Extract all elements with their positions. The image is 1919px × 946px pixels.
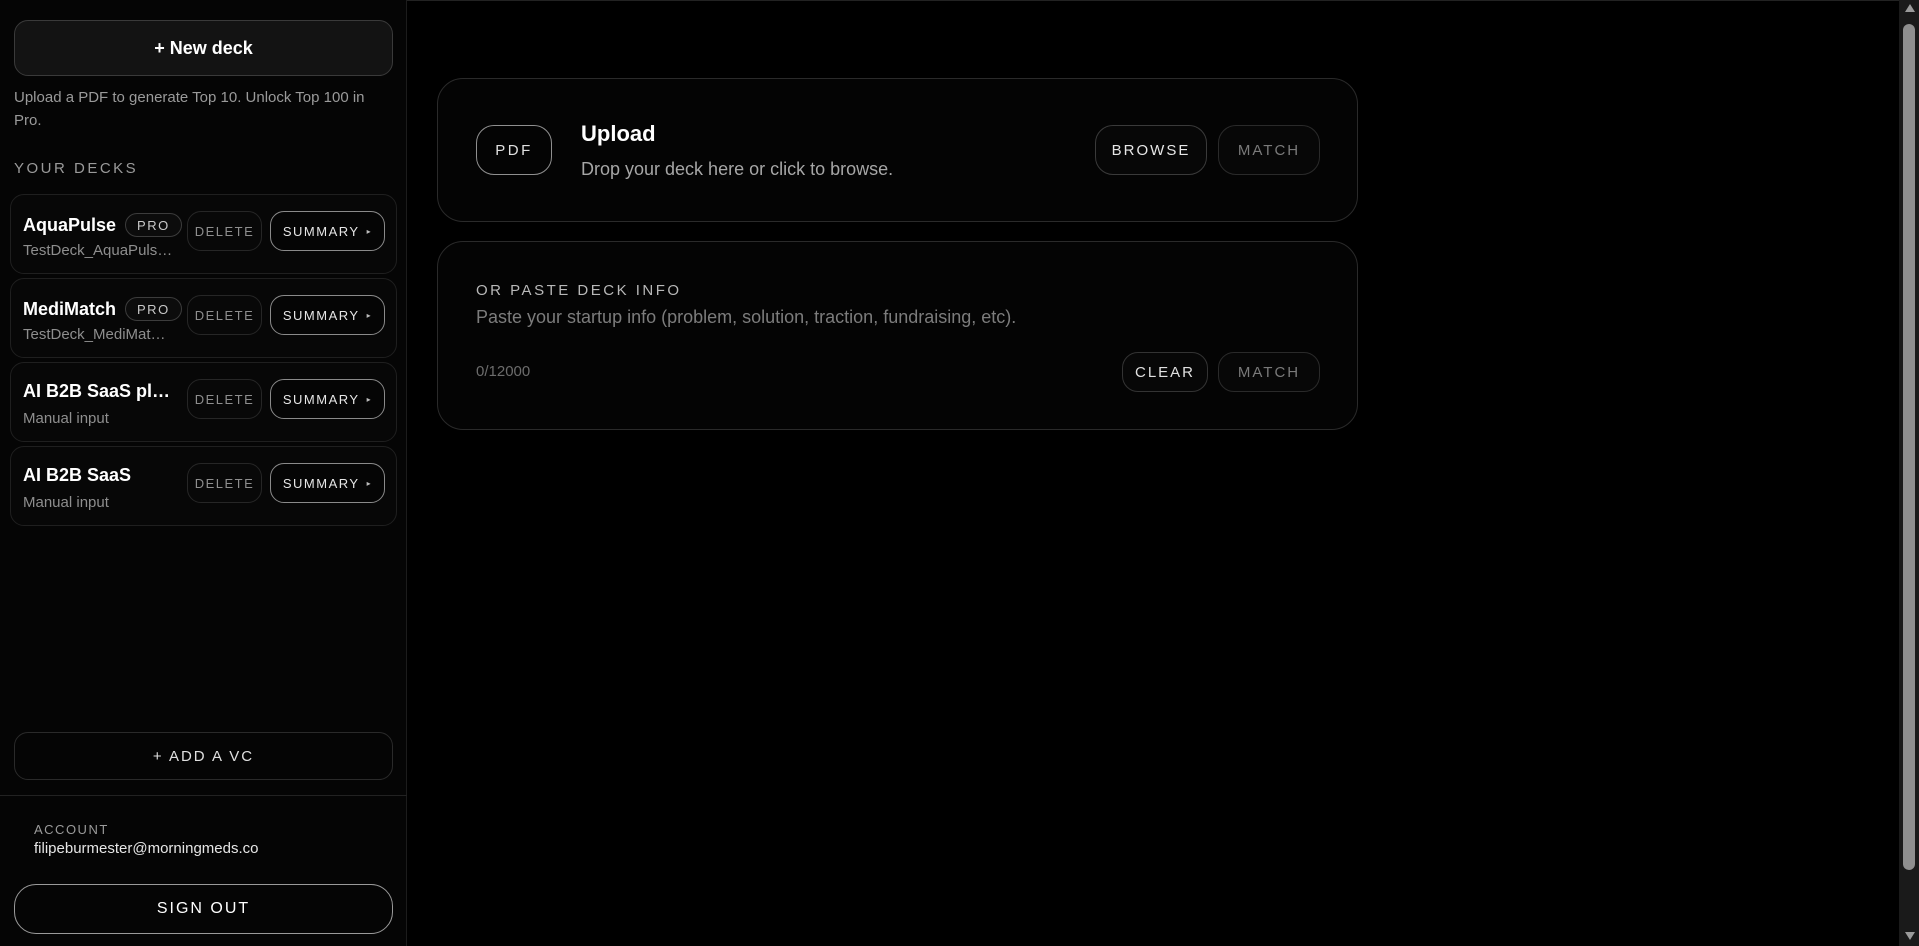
caret-right-icon: ▸ [366,226,373,236]
deck-card-ai-b2b-saas[interactable]: AI B2B SaaS Manual input DELETE SUMMARY … [10,446,397,526]
caret-right-icon: ▸ [366,478,373,488]
deck-name: AI B2B SaaS platform [23,381,173,401]
sidebar-divider [0,795,407,796]
summary-label: SUMMARY [282,391,360,407]
caret-right-icon: ▸ [366,394,373,404]
deck-source: TestDeck_AquaPulse.pdf [23,242,173,259]
paste-deck-input[interactable] [476,302,1316,332]
deck-card-medimatch[interactable]: MediMatch PRO TestDeck_MediMatch.pdf DEL… [10,278,397,358]
scroll-down-arrow-icon[interactable] [1905,932,1915,940]
pdf-icon: PDF [476,125,552,175]
upload-subtitle: Drop your deck here or click to browse. [581,159,894,179]
summary-button[interactable]: SUMMARY ▸ [270,211,385,251]
delete-deck-button[interactable]: DELETE [187,295,262,335]
deck-name-row: AI B2B SaaS [23,465,131,486]
upload-title: Upload [581,121,656,146]
paste-deck-label: OR PASTE DECK INFO [476,282,682,299]
deck-name: AquaPulse [23,214,117,235]
upload-dropzone[interactable]: PDF Upload Drop your deck here or click … [437,78,1358,222]
summary-label: SUMMARY [282,475,360,491]
paste-match-button[interactable]: MATCH [1218,352,1320,392]
deck-name-row: MediMatch PRO [23,297,182,321]
summary-label: SUMMARY [282,307,360,323]
account-email: filipeburmester@morningmeds.co [34,840,259,857]
deck-name: AI B2B SaaS [23,465,132,485]
upload-match-button[interactable]: MATCH [1218,125,1320,175]
character-counter: 0/12000 [476,363,531,380]
clear-button[interactable]: CLEAR [1122,352,1208,392]
deck-card-ai-b2b-saas-platform[interactable]: AI B2B SaaS platform Manual input DELETE… [10,362,397,442]
summary-label: SUMMARY [282,223,360,239]
deck-source: Manual input [23,410,109,427]
summary-button[interactable]: SUMMARY ▸ [270,295,385,335]
deck-name-row: AquaPulse PRO [23,213,182,237]
account-label: ACCOUNT [34,822,109,837]
summary-button[interactable]: SUMMARY ▸ [270,379,385,419]
sidebar: + New deck Upload a PDF to generate Top … [0,0,407,946]
scroll-up-arrow-icon[interactable] [1905,4,1915,12]
delete-deck-button[interactable]: DELETE [187,211,262,251]
your-decks-heading: YOUR DECKS [14,160,139,177]
scrollbar-thumb[interactable] [1903,24,1915,870]
deck-source: TestDeck_MediMatch.pdf [23,326,173,343]
sign-out-button[interactable]: SIGN OUT [14,884,393,934]
browse-button[interactable]: BROWSE [1095,125,1207,175]
paste-deck-card: OR PASTE DECK INFO 0/12000 CLEAR MATCH [437,241,1358,430]
top-border [407,0,1899,1]
add-vc-button[interactable]: + ADD A VC [14,732,393,780]
deck-name-row: AI B2B SaaS platform [23,381,173,402]
delete-deck-button[interactable]: DELETE [187,463,262,503]
deck-name: MediMatch [23,298,117,319]
pro-badge: PRO [125,297,182,321]
summary-button[interactable]: SUMMARY ▸ [270,463,385,503]
deck-card-aquapulse[interactable]: AquaPulse PRO TestDeck_AquaPulse.pdf DEL… [10,194,397,274]
upload-hint-text: Upload a PDF to generate Top 10. Unlock … [14,89,365,129]
caret-right-icon: ▸ [366,310,373,320]
delete-deck-button[interactable]: DELETE [187,379,262,419]
deck-source: Manual input [23,494,109,511]
pro-badge: PRO [125,213,182,237]
new-deck-button[interactable]: + New deck [14,20,393,76]
